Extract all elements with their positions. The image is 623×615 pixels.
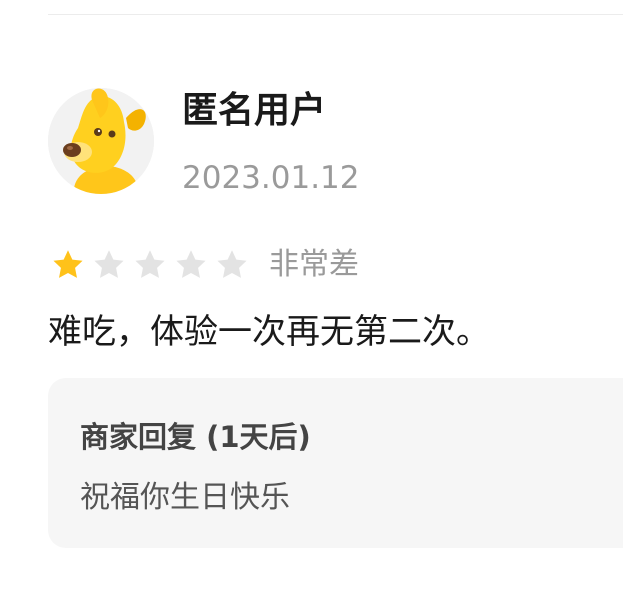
rating-label: 非常差 bbox=[269, 247, 359, 282]
star-rating bbox=[50, 247, 255, 283]
merchant-reply-title: 商家回复 (1天后) bbox=[80, 420, 311, 454]
top-divider bbox=[48, 14, 623, 15]
star-icon-5 bbox=[217, 250, 247, 278]
review-date: 2023.01.12 bbox=[182, 160, 360, 196]
review-text: 难吃，体验一次再无第二次。 bbox=[48, 312, 490, 352]
rating-row: 非常差 bbox=[50, 240, 359, 290]
merchant-reply-content: 祝福你生日快乐 bbox=[80, 480, 290, 515]
username: 匿名用户 bbox=[182, 90, 327, 131]
yellow-dog-mascot-icon bbox=[48, 88, 154, 194]
star-icon-1 bbox=[53, 250, 83, 278]
star-icon-2 bbox=[94, 250, 124, 278]
star-icon-3 bbox=[135, 250, 165, 278]
star-icon-4 bbox=[176, 250, 206, 278]
merchant-reply-box: 商家回复 (1天后) 祝福你生日快乐 bbox=[48, 378, 623, 548]
user-avatar[interactable] bbox=[48, 88, 154, 194]
